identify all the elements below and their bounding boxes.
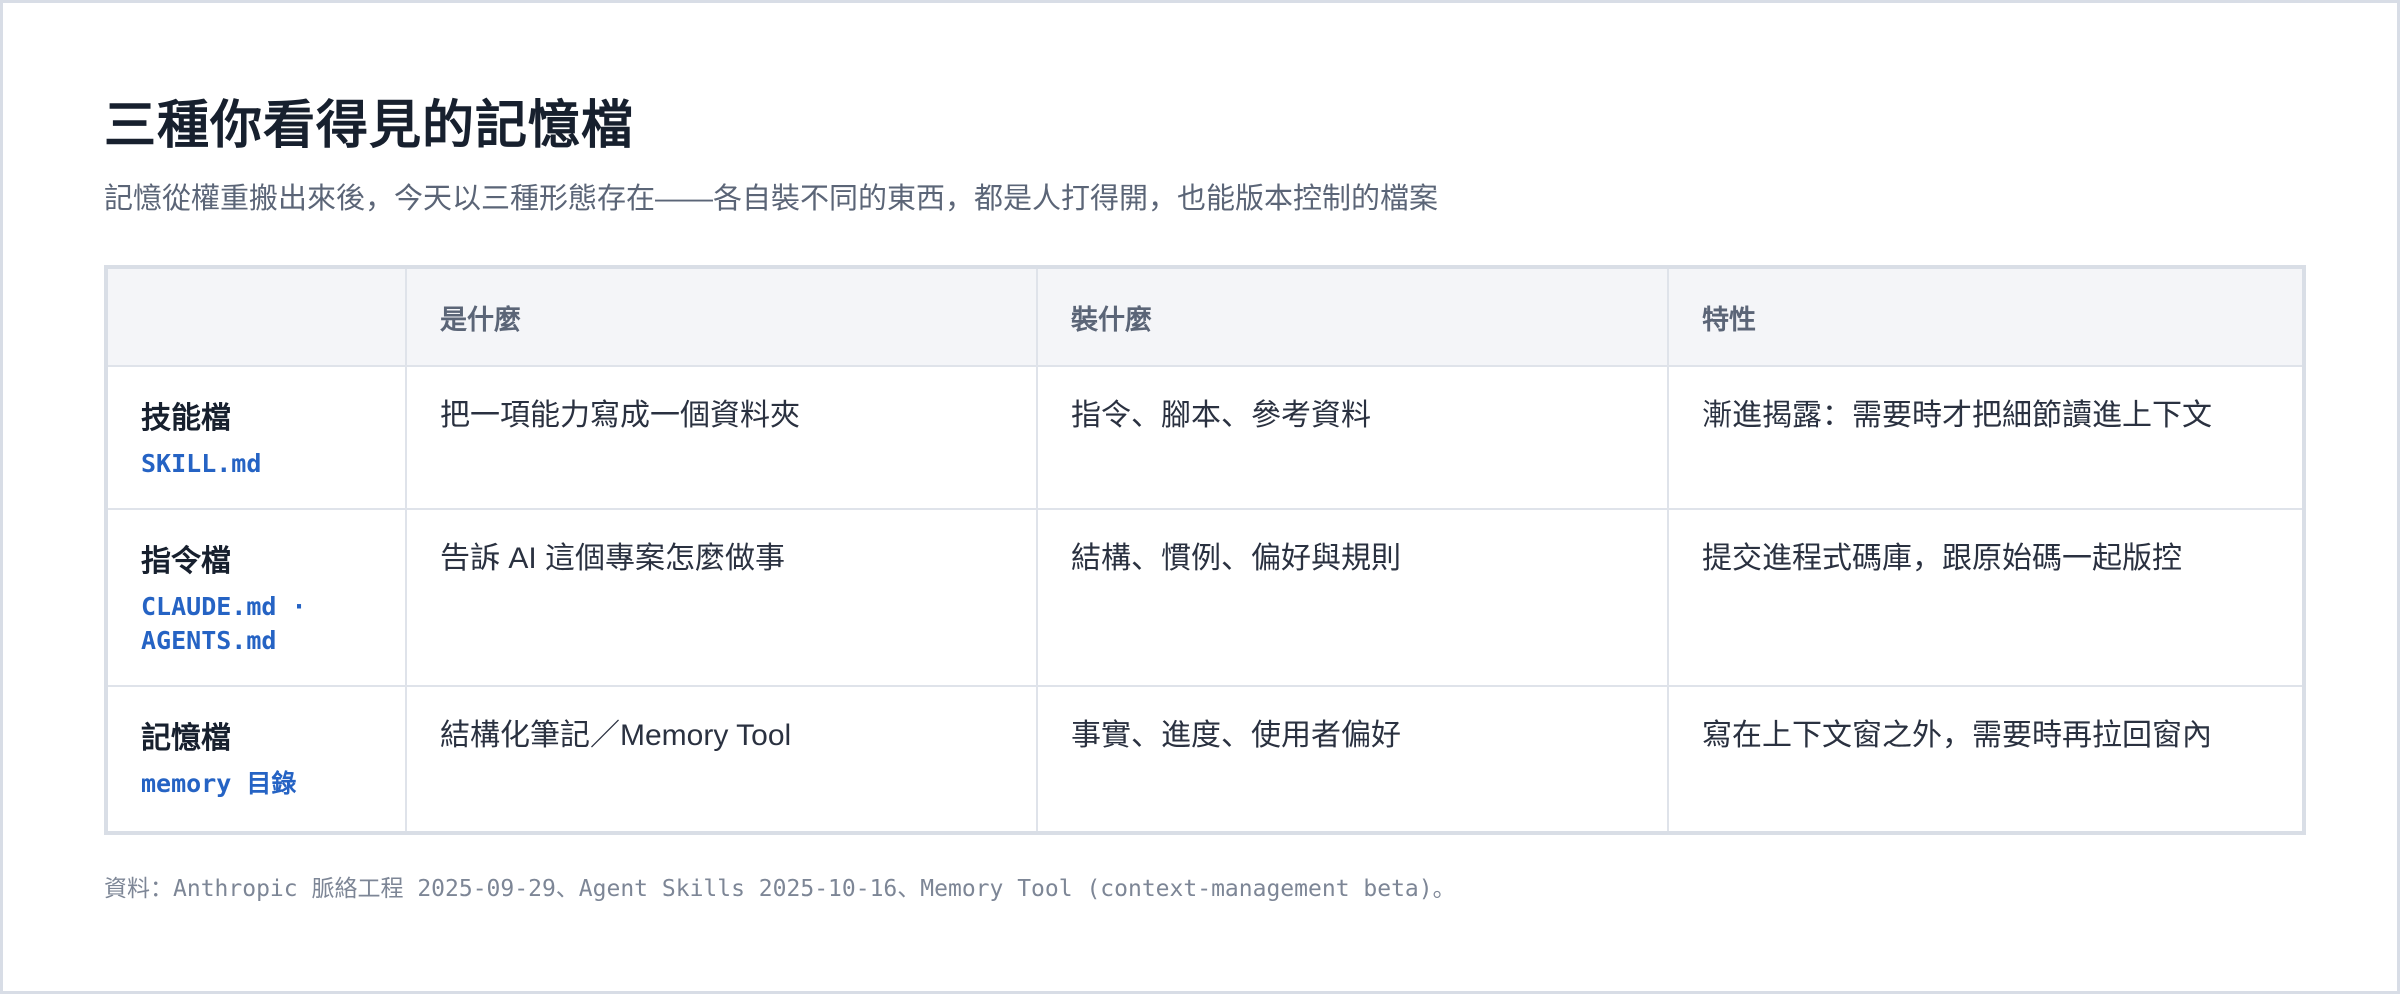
page-title: 三種你看得見的記憶檔 [104, 97, 635, 155]
header-cell-contains: 裝什麼 [1036, 266, 1669, 367]
row-name: 指令檔 [141, 545, 231, 578]
header-cell-trait: 特性 [1667, 266, 2305, 367]
main-content: 三種你看得見的記憶檔 記憶從權重搬出來後，今天以三種形態存在——各自裝不同的東西… [104, 91, 2306, 905]
row-label-cell: 指令檔 CLAUDE.md · AGENTS.md [105, 508, 407, 687]
page-subtitle: 記憶從權重搬出來後，今天以三種形態存在——各自裝不同的東西，都是人打得開，也能版… [104, 183, 1439, 215]
header-cell-blank [105, 266, 407, 367]
cell-trait: 提交進程式碼庫，跟原始碼一起版控 [1667, 508, 2305, 687]
table-row: 指令檔 CLAUDE.md · AGENTS.md 告訴 AI 這個專案怎麼做事… [105, 508, 2305, 687]
cell-trait: 寫在上下文窗之外，需要時再拉回窗內 [1667, 685, 2305, 834]
row-name: 記憶檔 [141, 722, 231, 755]
cell-contains: 結構、慣例、偏好與規則 [1036, 508, 1669, 687]
cell-trait: 漸進揭露：需要時才把細節讀進上下文 [1667, 365, 2305, 510]
row-filename: CLAUDE.md · AGENTS.md [141, 592, 307, 655]
header-cell-what: 是什麼 [405, 266, 1038, 367]
table-row: 技能檔 SKILL.md 把一項能力寫成一個資料夾 指令、腳本、參考資料 漸進揭… [105, 365, 2305, 510]
source-note: 資料：Anthropic 脈絡工程 2025-09-29、Agent Skill… [104, 876, 1456, 902]
table-row: 記憶檔 memory 目錄 結構化筆記／Memory Tool 事實、進度、使用… [105, 685, 2305, 834]
row-label-cell: 記憶檔 memory 目錄 [105, 685, 407, 834]
cell-what: 結構化筆記／Memory Tool [405, 685, 1038, 834]
page-frame: 三種你看得見的記憶檔 記憶從權重搬出來後，今天以三種形態存在——各自裝不同的東西… [0, 0, 2400, 994]
cell-contains: 事實、進度、使用者偏好 [1036, 685, 1669, 834]
row-filename: memory 目錄 [141, 769, 297, 798]
memory-files-table: 是什麼 裝什麼 特性 技能檔 SKILL.md 把一項能力寫成一個資料夾 指令、… [104, 265, 2306, 835]
cell-what: 告訴 AI 這個專案怎麼做事 [405, 508, 1038, 687]
row-label-cell: 技能檔 SKILL.md [105, 365, 407, 510]
cell-what: 把一項能力寫成一個資料夾 [405, 365, 1038, 510]
table-header-row: 是什麼 裝什麼 特性 [105, 266, 2305, 367]
cell-contains: 指令、腳本、參考資料 [1036, 365, 1669, 510]
row-filename: SKILL.md [141, 449, 262, 478]
row-name: 技能檔 [141, 402, 231, 435]
